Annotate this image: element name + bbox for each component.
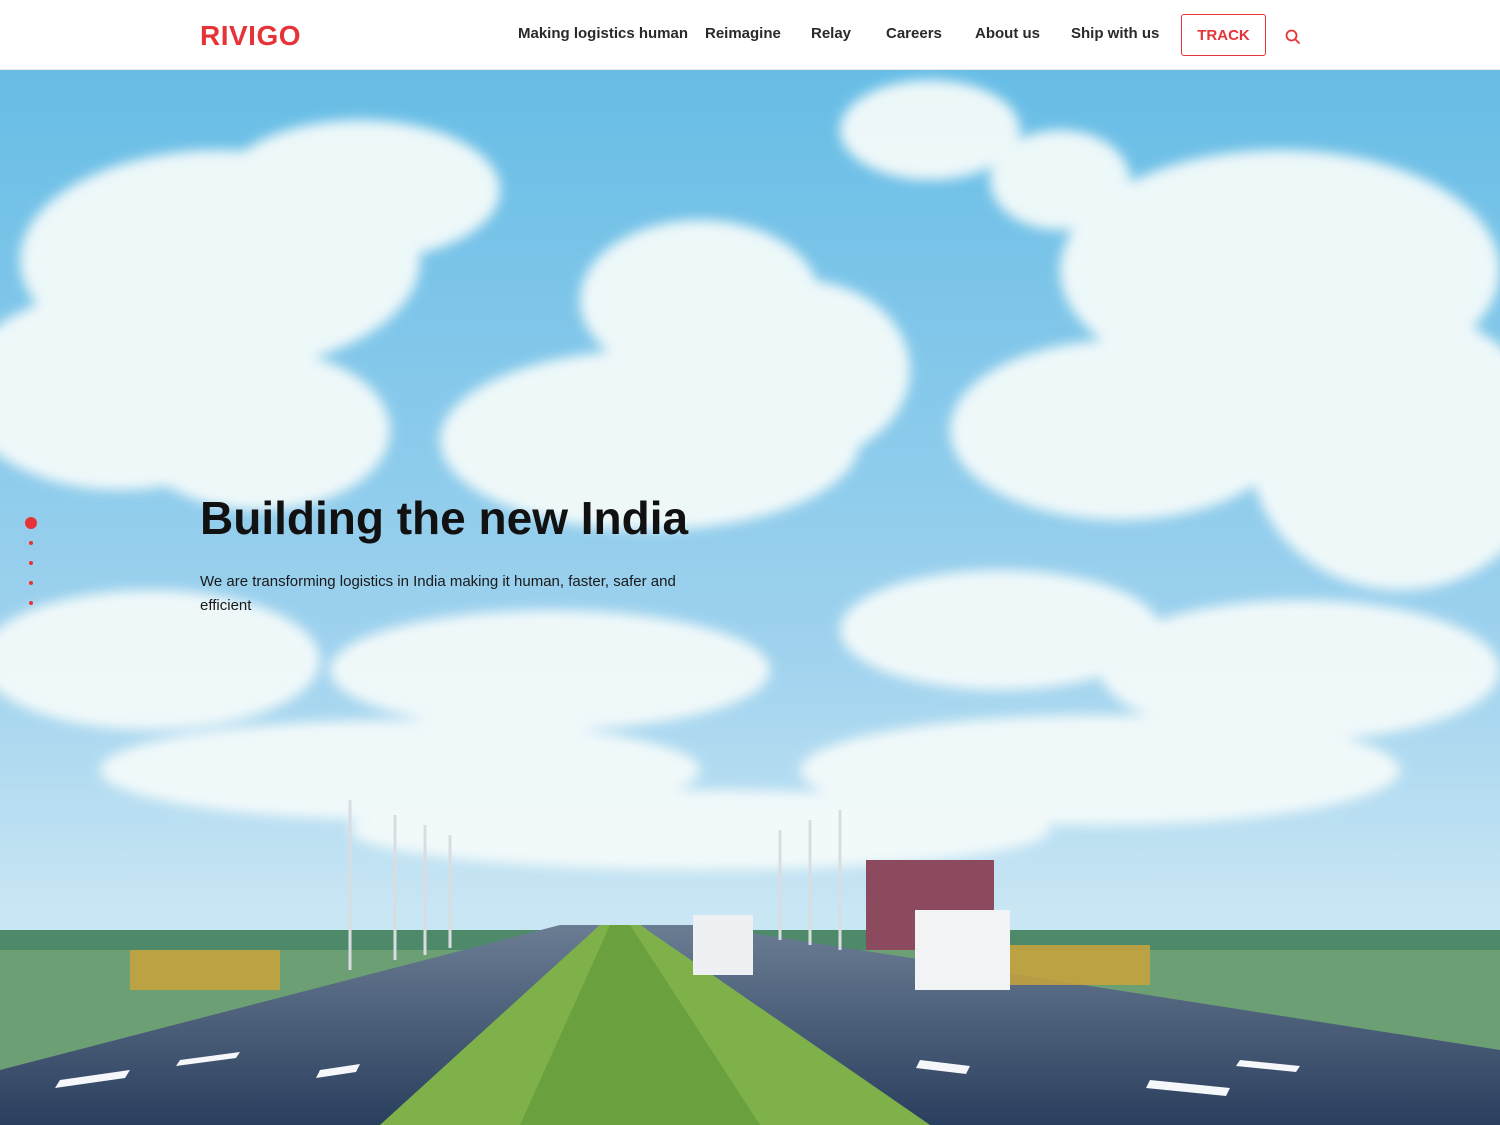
slide-dot-1[interactable] — [25, 517, 37, 529]
hero-section: Building the new India We are transformi… — [0, 70, 1500, 1125]
slide-dot-5[interactable] — [29, 601, 33, 605]
nav-reimagine[interactable]: Reimagine — [705, 24, 781, 44]
slide-dot-3[interactable] — [29, 561, 33, 565]
track-button[interactable]: TRACK — [1181, 14, 1266, 56]
nav-careers[interactable]: Careers — [886, 24, 942, 44]
nav-ship-with-us[interactable]: Ship with us — [1071, 24, 1159, 44]
main-nav: Making logistics human Reimagine Relay C… — [0, 0, 1500, 70]
nav-about-us[interactable]: About us — [975, 24, 1040, 44]
hero-subtitle: We are transforming logistics in India m… — [200, 573, 676, 614]
search-icon[interactable] — [1284, 28, 1302, 46]
slide-dot-2[interactable] — [29, 541, 33, 545]
site-header: RIVIGO Making logistics human Reimagine … — [0, 0, 1500, 70]
nav-making-logistics-human[interactable]: Making logistics human — [518, 24, 688, 44]
nav-relay[interactable]: Relay — [811, 24, 851, 44]
slide-dot-4[interactable] — [29, 581, 33, 585]
hero-title: Building the new India — [200, 492, 689, 544]
